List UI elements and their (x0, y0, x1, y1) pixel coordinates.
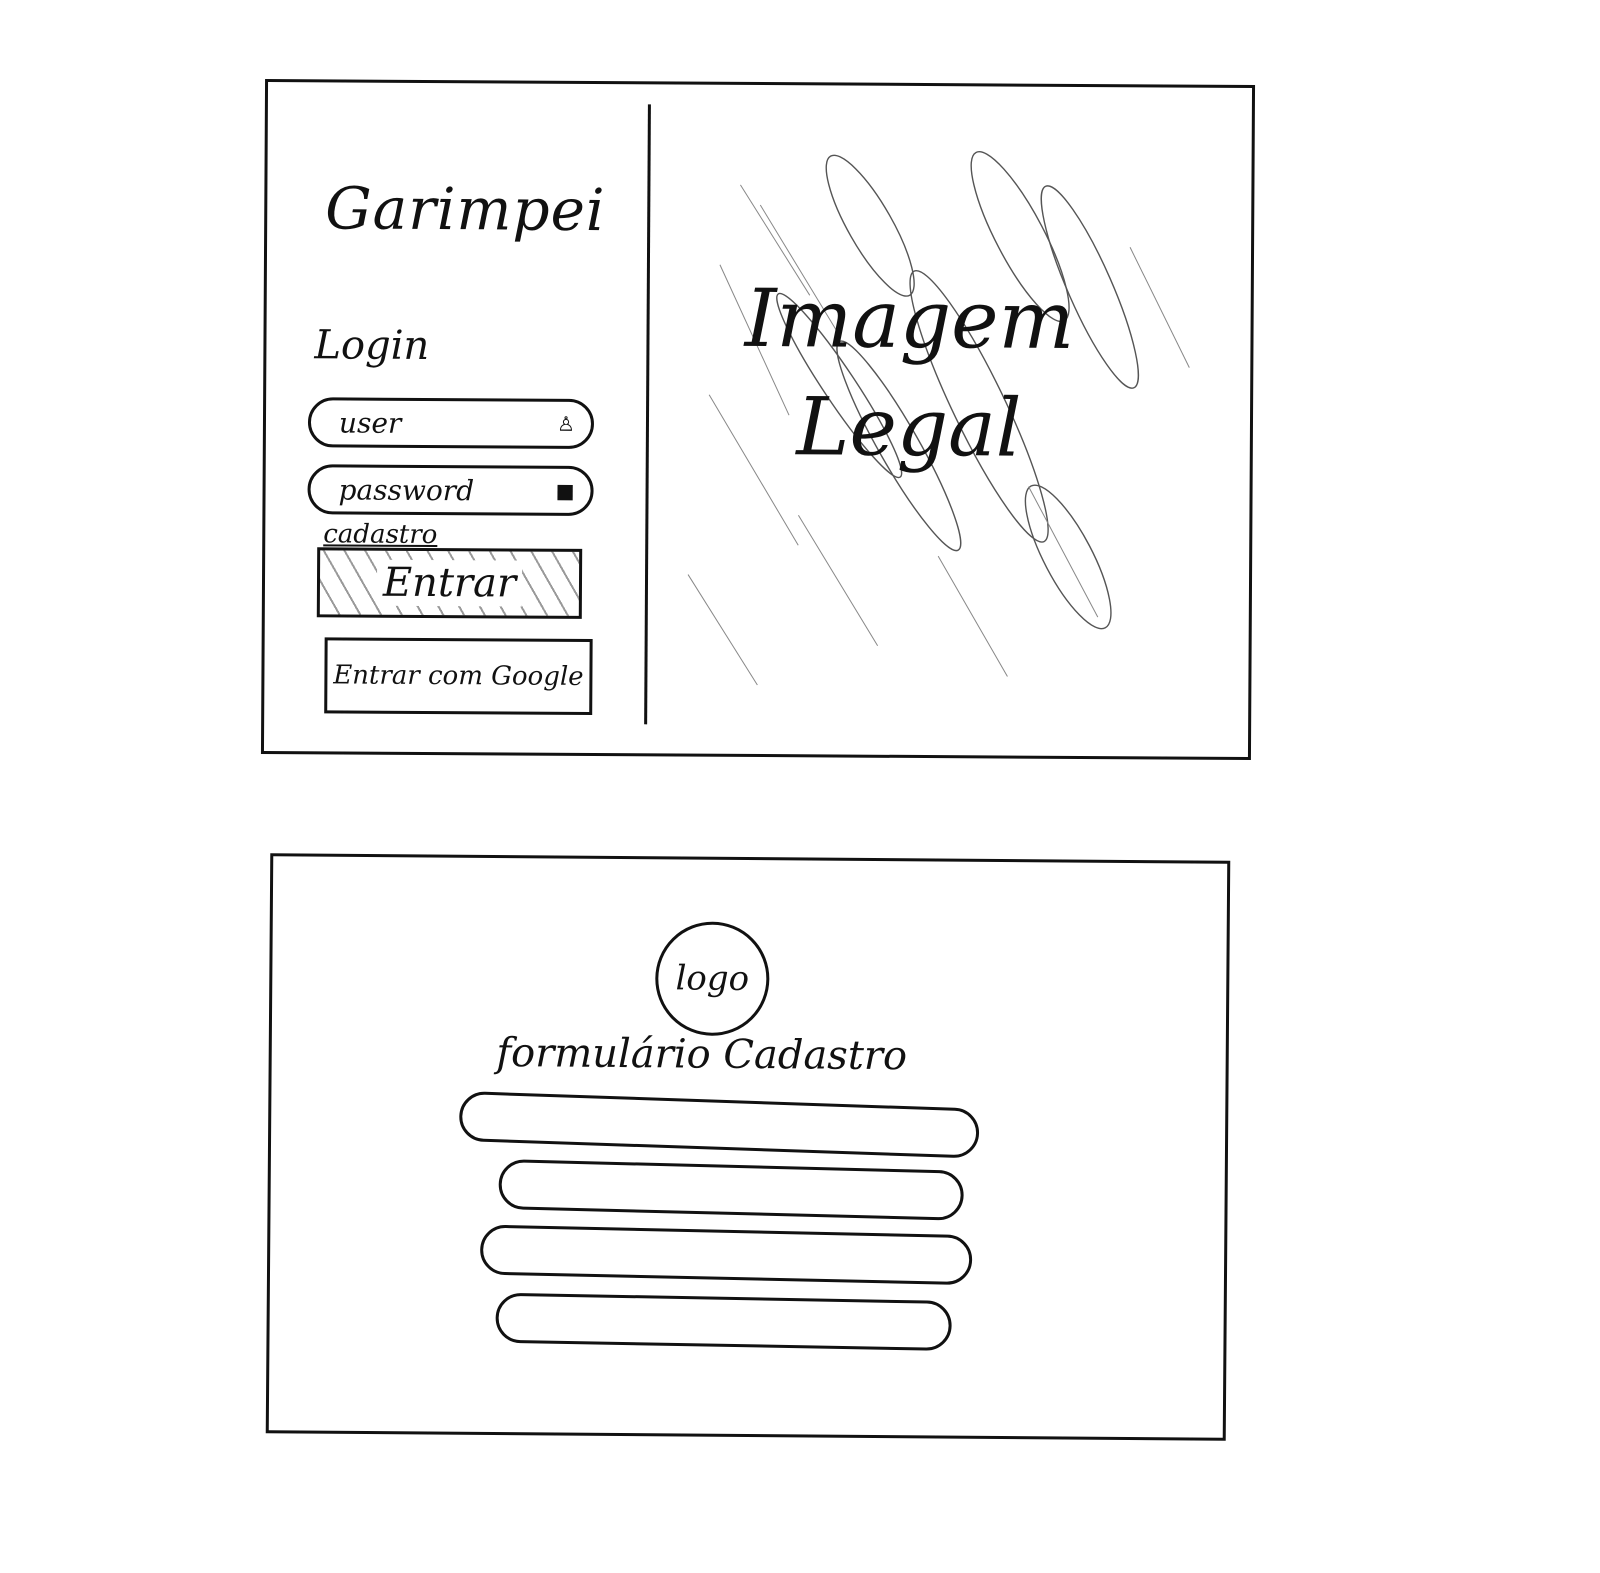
google-login-button[interactable]: Entrar com Google (324, 637, 593, 715)
signup-field-2[interactable] (498, 1158, 965, 1221)
login-screen-frame: Garimpei Login user ♙ password ■ cadastr… (260, 78, 1256, 761)
signup-screen-frame: logo formulário Cadastro (265, 853, 1231, 1441)
login-heading: Login (314, 322, 430, 369)
hero-image-placeholder: Imagem Legal (647, 84, 1255, 757)
signup-form-title: formulário Cadastro (496, 1030, 908, 1080)
signup-field-1[interactable] (458, 1090, 980, 1159)
user-icon: ♙ (556, 411, 576, 436)
user-input-placeholder: user (338, 405, 402, 440)
signup-field-4[interactable] (495, 1292, 953, 1351)
signup-link[interactable]: cadastro (323, 519, 437, 550)
enter-button[interactable]: Entrar (316, 547, 583, 619)
login-panel: Garimpei Login user ♙ password ■ cadastr… (264, 82, 648, 753)
enter-button-label: Entrar (376, 559, 523, 607)
user-input[interactable]: user ♙ (307, 397, 595, 449)
brand-title: Garimpei (325, 174, 606, 245)
password-input-placeholder: password (338, 472, 475, 507)
signup-field-3[interactable] (479, 1224, 973, 1286)
password-input[interactable]: password ■ (307, 464, 594, 516)
google-login-button-label: Entrar com Google (333, 660, 584, 692)
logo-text: logo (675, 958, 750, 1000)
image-caption: Imagem Legal (744, 271, 1075, 475)
logo-placeholder: logo (654, 921, 770, 1037)
lock-icon: ■ (555, 478, 575, 503)
